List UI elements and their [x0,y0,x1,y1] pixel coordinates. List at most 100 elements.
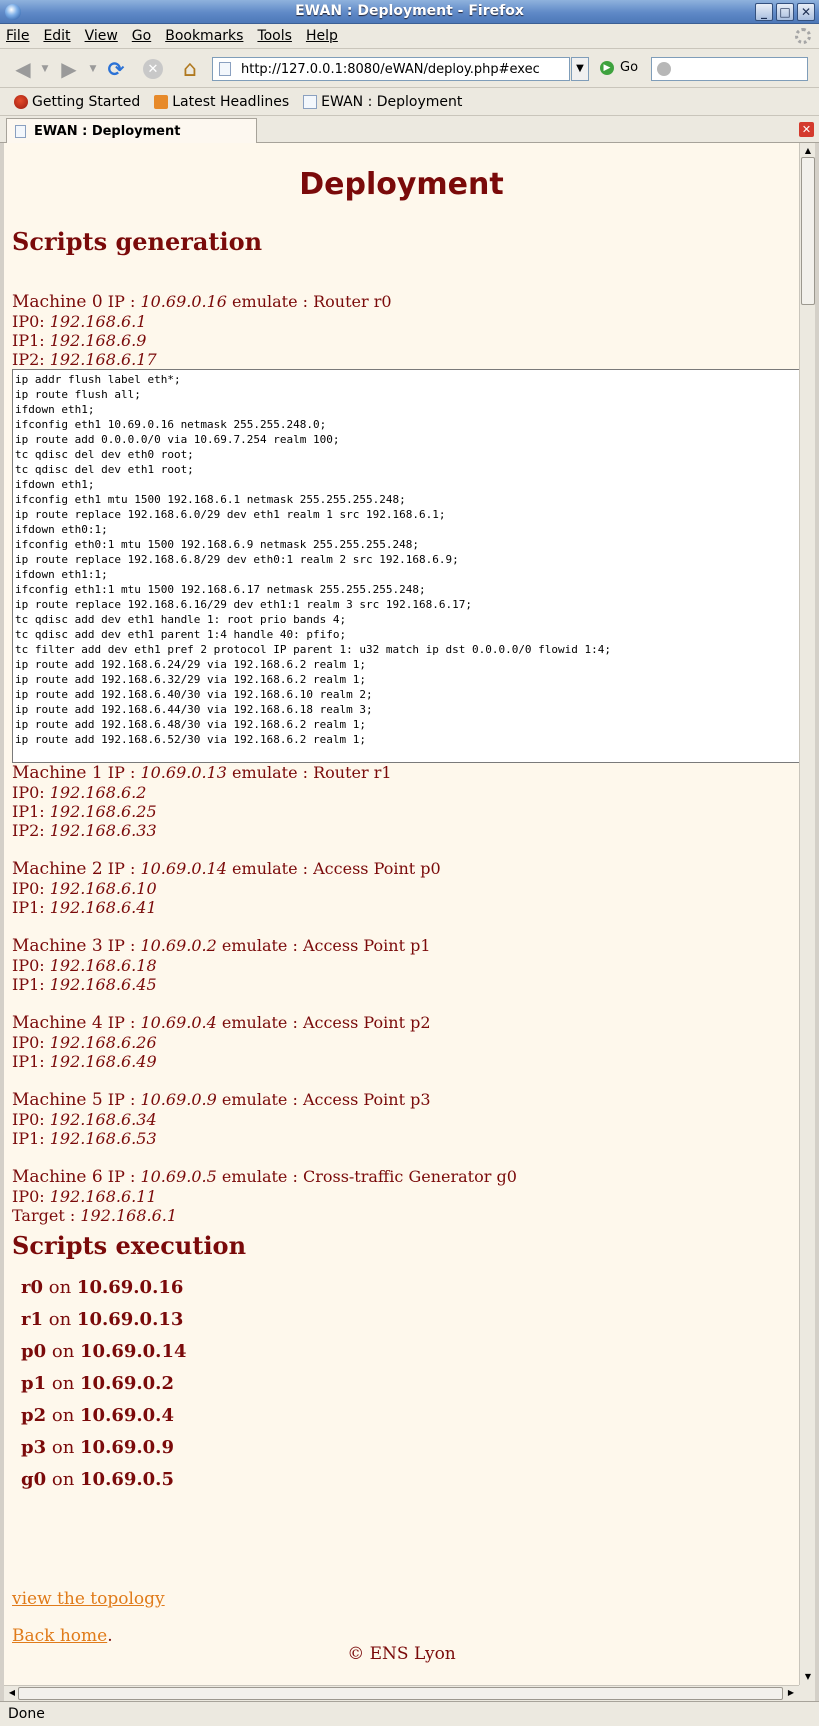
machine-ip: 10.69.0.16 [140,292,227,311]
search-input[interactable] [651,57,808,81]
minimize-button[interactable]: _ [755,3,773,21]
execution-row: p3 on 10.69.0.9 [21,1437,791,1469]
ip-line-value: 192.168.6.9 [49,331,147,350]
ip-line-value: 192.168.6.53 [49,1129,157,1148]
go-arrow-icon: ▶ [600,60,614,75]
home-icon[interactable]: ⌂ [177,57,203,82]
machine-header: Machine 4 IP : 10.69.0.4 emulate : Acces… [12,1013,791,1033]
forward-arrow-icon[interactable]: ▶ [56,57,82,81]
machine-ip-line: IP0: 192.168.6.34 [12,1110,791,1129]
window-title-bar: EWAN : Deployment - Firefox _ □ ✕ [0,0,819,24]
node-name: r1 [21,1309,44,1330]
ip-line-value: 192.168.6.18 [49,956,157,975]
search-engine-icon[interactable] [657,62,671,76]
ip-line-label: IP1: [12,1052,45,1071]
ip-line-label: IP1: [12,1129,45,1148]
ip-line-label: IP0: [12,312,45,331]
url-history-dropdown-icon[interactable]: ▼ [571,57,589,81]
bookmark-ewan-deployment[interactable]: EWAN : Deployment [303,94,462,110]
on-word: on [48,1309,72,1330]
node-ip: 10.69.0.9 [80,1437,174,1458]
bookmark-latest-headlines[interactable]: Latest Headlines [154,94,289,110]
menu-bar: File Edit View Go Bookmarks Tools Help [0,24,819,48]
scroll-up-arrow-icon[interactable]: ▲ [802,145,814,157]
vertical-scrollbar[interactable]: ▲ ▼ [799,143,815,1685]
emulate-label: emulate : [232,763,309,782]
machine-name: Machine 3 [12,936,103,956]
ip-line-value: 192.168.6.2 [49,783,147,802]
scroll-left-arrow-icon[interactable]: ◀ [6,1688,18,1697]
window-title: EWAN : Deployment - Firefox [295,3,524,19]
emulate-label: emulate : [221,1090,298,1109]
menu-bookmarks[interactable]: Bookmarks [165,28,243,44]
ip-line-value: 192.168.6.49 [49,1052,157,1071]
page-icon [219,62,231,76]
node-name: p2 [21,1405,47,1426]
machine-block: Machine 2 IP : 10.69.0.14 emulate : Acce… [12,859,791,917]
menu-help[interactable]: Help [306,28,338,44]
machine-ip-line: IP0: 192.168.6.11 [12,1187,791,1206]
back-home-link[interactable]: Back home [12,1626,107,1646]
ip-line-value: 192.168.6.41 [49,898,157,917]
back-history-dropdown-icon[interactable]: ▼ [40,57,50,81]
url-bar[interactable]: http://127.0.0.1:8080/eWAN/deploy.php#ex… [212,57,570,81]
scripts-generation-heading: Scripts generation [12,227,263,256]
machine-ip-line: IP1: 192.168.6.25 [12,802,791,821]
bookmarks-toolbar: Getting Started Latest Headlines EWAN : … [0,88,819,116]
go-button[interactable]: ▶ Go [600,60,638,75]
tab-ewan-deployment[interactable]: EWAN : Deployment [6,118,257,143]
stop-icon[interactable]: ✕ [140,57,166,81]
status-text: Done [8,1706,45,1722]
on-word: on [51,1437,75,1458]
view-topology-link[interactable]: view the topology [12,1589,165,1609]
vertical-scroll-thumb[interactable] [801,157,815,305]
url-text[interactable]: http://127.0.0.1:8080/eWAN/deploy.php#ex… [241,62,540,77]
ip-line-label: IP0: [12,1110,45,1129]
execution-row: r1 on 10.69.0.13 [21,1309,791,1341]
machine-ip-line: IP0: 192.168.6.18 [12,956,791,975]
ip-line-value: 192.168.6.33 [49,821,157,840]
close-tab-icon[interactable]: ✕ [799,122,814,137]
node-name: p3 [21,1437,47,1458]
reload-icon[interactable]: ⟳ [103,57,129,81]
execution-row: r0 on 10.69.0.16 [21,1277,791,1309]
menu-file[interactable]: File [6,28,29,44]
ip-label: IP : [107,763,136,782]
execution-row: p0 on 10.69.0.14 [21,1341,791,1373]
menu-go[interactable]: Go [132,28,151,44]
go-label: Go [620,60,639,75]
horizontal-scroll-thumb[interactable] [18,1687,783,1700]
menu-edit[interactable]: Edit [43,28,70,44]
emulate-label: emulate : [232,292,309,311]
machine-header: Machine 1 IP : 10.69.0.13 emulate : Rout… [12,763,791,783]
scroll-down-arrow-icon[interactable]: ▼ [802,1671,814,1683]
ip-line-label: IP0: [12,879,45,898]
footer-copyright: © ENS Lyon [347,1644,456,1664]
machine-block: Machine 0 IP : 10.69.0.16 emulate : Rout… [12,292,791,369]
ip-line-label: IP1: [12,802,45,821]
horizontal-scrollbar[interactable]: ◀ ▶ [4,1685,799,1701]
machine-ip-line: IP0: 192.168.6.26 [12,1033,791,1052]
maximize-button[interactable]: □ [776,3,794,21]
navigation-toolbar: ◀ ▼ ▶ ▼ ⟳ ✕ ⌂ http://127.0.0.1:8080/eWAN… [0,48,819,88]
script-textarea[interactable]: ip addr flush label eth*; ip route flush… [12,369,799,763]
machine-ip: 10.69.0.13 [140,763,227,782]
node-ip: 10.69.0.5 [80,1469,174,1490]
back-arrow-icon[interactable]: ◀ [10,57,36,81]
menu-view[interactable]: View [85,28,118,44]
bookmark-getting-started[interactable]: Getting Started [14,94,140,110]
machine-block: Machine 5 IP : 10.69.0.9 emulate : Acces… [12,1090,791,1148]
forward-history-dropdown-icon[interactable]: ▼ [88,57,98,81]
scroll-right-arrow-icon[interactable]: ▶ [785,1688,797,1697]
execution-row: p2 on 10.69.0.4 [21,1405,791,1437]
menu-tools[interactable]: Tools [257,28,292,44]
ip-line-value: 192.168.6.26 [49,1033,157,1052]
machine-block: Machine 3 IP : 10.69.0.2 emulate : Acces… [12,936,791,994]
node-name: r0 [21,1277,44,1298]
machine-ip-line: IP1: 192.168.6.53 [12,1129,791,1148]
machine-emulate: Access Point p1 [302,936,431,955]
machine-ip: 10.69.0.5 [140,1167,217,1186]
ip-line-value: 192.168.6.10 [49,879,157,898]
close-window-button[interactable]: ✕ [797,3,815,21]
on-word: on [51,1469,75,1490]
